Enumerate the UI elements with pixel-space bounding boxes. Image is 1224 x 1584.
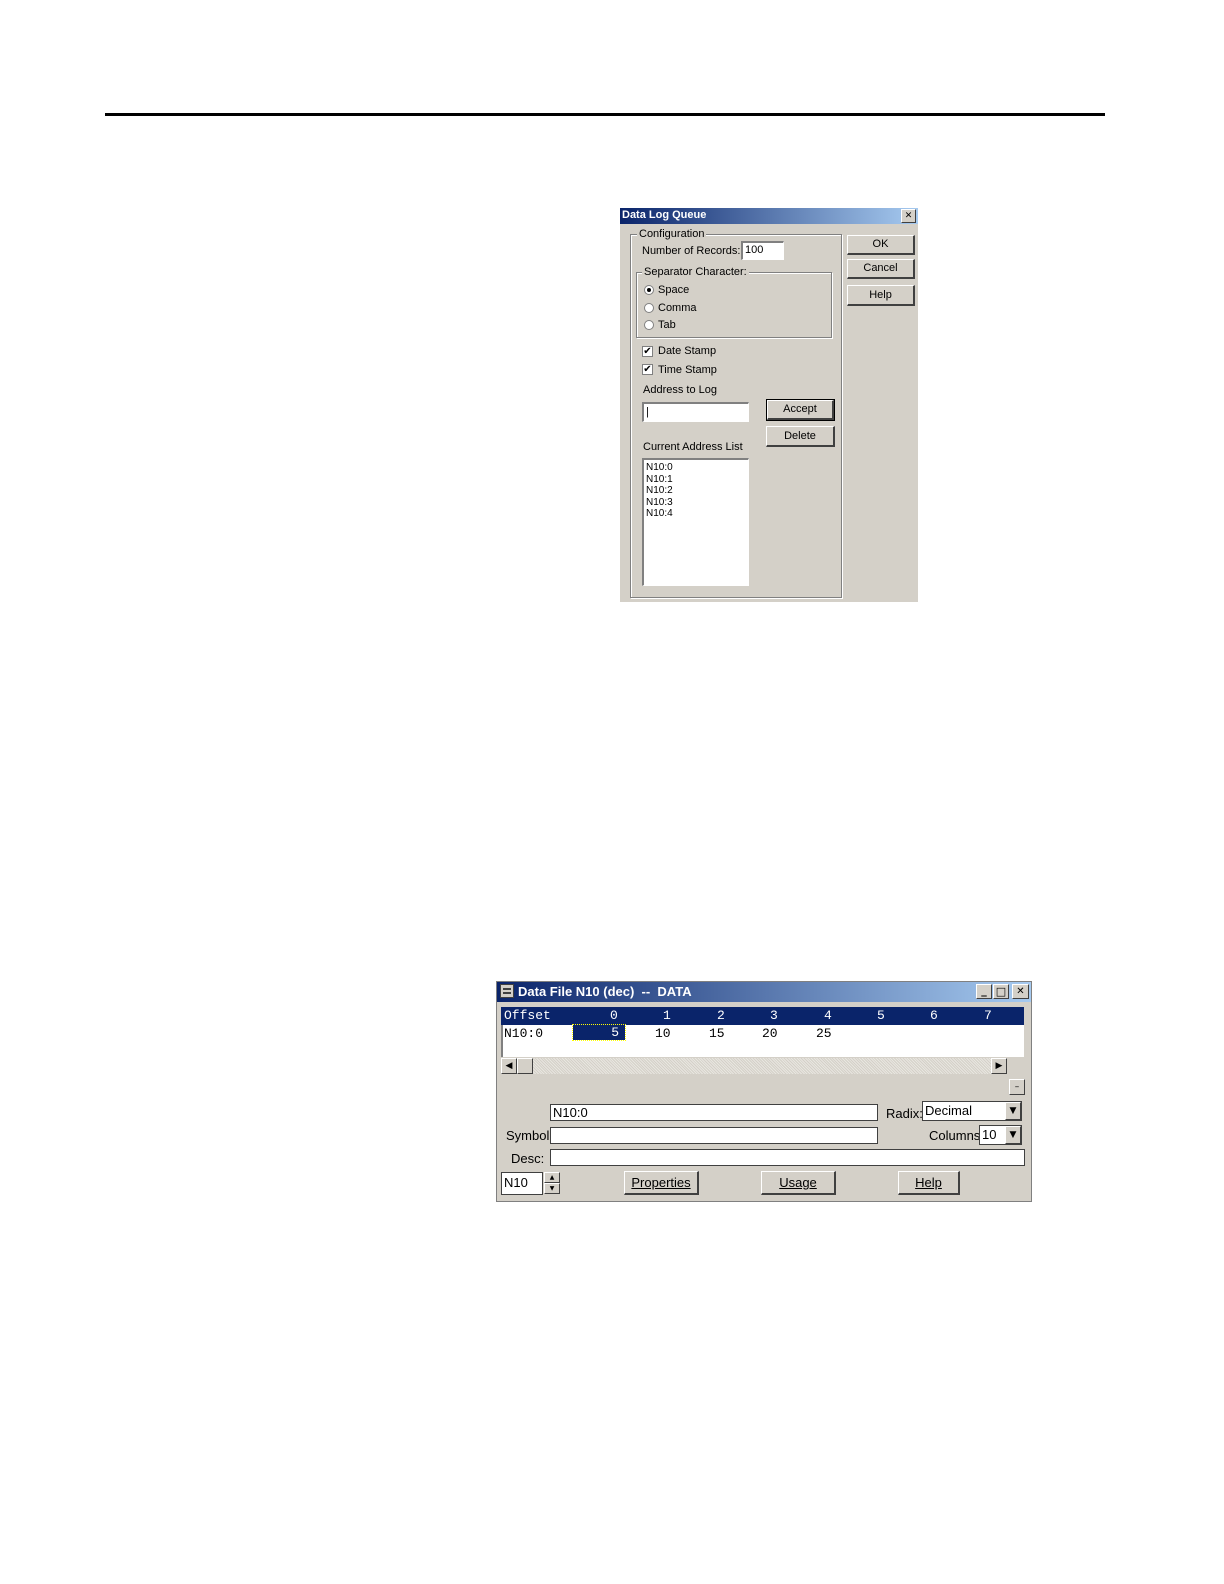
offset-header: Offset xyxy=(504,1008,551,1023)
close-icon[interactable]: ✕ xyxy=(1012,984,1029,999)
dialog-titlebar[interactable]: Data Log Queue ✕ xyxy=(620,208,918,224)
ok-button[interactable]: OK xyxy=(847,235,915,255)
symbol-field[interactable] xyxy=(550,1127,878,1144)
spin-down-icon[interactable]: ▼ xyxy=(544,1183,560,1194)
radio-tab[interactable] xyxy=(644,320,654,330)
date-stamp-label: Date Stamp xyxy=(658,345,717,357)
col-header: 1 xyxy=(663,1008,671,1023)
col-header: 2 xyxy=(717,1008,725,1023)
data-log-queue-dialog: Data Log Queue ✕ Configuration Number of… xyxy=(620,208,918,602)
radio-comma-label: Comma xyxy=(658,302,697,314)
time-stamp-checkbox[interactable]: ✔ xyxy=(642,364,653,375)
col-header: 4 xyxy=(824,1008,832,1023)
help-button[interactable]: Help xyxy=(847,285,915,306)
page-top-rule xyxy=(105,113,1105,116)
desc-field[interactable] xyxy=(550,1149,1025,1166)
current-address-list[interactable]: N10:0 N10:1 N10:2 N10:3 N10:4 xyxy=(642,458,749,586)
radix-label: Radix: xyxy=(886,1106,923,1121)
grid-body: N10:0 5 10 15 20 25 xyxy=(501,1024,1024,1057)
num-records-label: Number of Records: xyxy=(642,245,741,257)
radio-space-label: Space xyxy=(658,284,690,296)
configuration-label: Configuration xyxy=(637,228,707,240)
scroll-left-icon[interactable]: ◀ xyxy=(501,1058,517,1074)
minimize-icon[interactable]: _ xyxy=(976,984,992,999)
radio-space[interactable] xyxy=(644,285,654,295)
datafile-title: Data File N10 (dec) -- DATA xyxy=(518,984,692,999)
desc-label: Desc: xyxy=(511,1151,545,1166)
list-item[interactable]: N10:3 xyxy=(646,497,748,509)
col-header: 3 xyxy=(770,1008,778,1023)
chevron-down-icon[interactable]: ▼ xyxy=(1005,1102,1021,1120)
radio-tab-label: Tab xyxy=(658,319,676,331)
address-field[interactable]: N10:0 xyxy=(550,1104,878,1121)
chevron-down-icon[interactable]: ▼ xyxy=(1005,1126,1021,1144)
columns-label: Columns: xyxy=(929,1128,984,1143)
grid-header-row: Offset 0 1 2 3 4 5 6 7 xyxy=(501,1007,1024,1025)
table-cell[interactable]: 25 xyxy=(816,1026,832,1041)
scroll-thumb[interactable] xyxy=(517,1058,533,1074)
dialog-title: Data Log Queue xyxy=(622,209,707,221)
delete-button[interactable]: Delete xyxy=(766,426,835,447)
separator-label: Separator Character: xyxy=(642,266,749,278)
address-to-log-input[interactable]: | xyxy=(642,402,749,422)
close-icon[interactable]: ✕ xyxy=(901,209,916,223)
split-icon[interactable]: – xyxy=(1009,1079,1025,1095)
horizontal-scrollbar[interactable]: ◀ ▶ xyxy=(501,1058,1007,1074)
properties-button[interactable]: Properties xyxy=(624,1171,699,1195)
table-cell[interactable]: 15 xyxy=(709,1026,725,1041)
data-file-window: Data File N10 (dec) -- DATA _ □ ✕ Offset… xyxy=(496,981,1032,1202)
cancel-button[interactable]: Cancel xyxy=(847,259,915,279)
file-number-field[interactable]: N10 xyxy=(501,1172,543,1195)
table-cell-selected[interactable]: 5 xyxy=(572,1024,626,1041)
maximize-icon[interactable]: □ xyxy=(993,984,1009,999)
date-stamp-checkbox[interactable]: ✔ xyxy=(642,346,653,357)
row-label: N10:0 xyxy=(504,1026,544,1041)
col-header: 6 xyxy=(930,1008,938,1023)
table-cell[interactable]: 10 xyxy=(655,1026,671,1041)
col-header: 5 xyxy=(877,1008,885,1023)
col-header: 7 xyxy=(984,1008,992,1023)
current-address-list-label: Current Address List xyxy=(643,441,743,453)
symbol-label: Symbol: xyxy=(506,1128,553,1143)
app-icon xyxy=(500,984,514,998)
time-stamp-label: Time Stamp xyxy=(658,364,717,376)
accept-button[interactable]: Accept xyxy=(766,399,835,421)
list-item[interactable]: N10:1 xyxy=(646,474,748,486)
scroll-right-icon[interactable]: ▶ xyxy=(991,1058,1007,1074)
table-cell[interactable]: 20 xyxy=(762,1026,778,1041)
address-to-log-label: Address to Log xyxy=(643,384,717,396)
list-item[interactable]: N10:4 xyxy=(646,508,748,520)
list-item[interactable]: N10:0 xyxy=(646,462,748,474)
help-button[interactable]: Help xyxy=(898,1171,960,1195)
col-header: 0 xyxy=(610,1008,618,1023)
radio-comma[interactable] xyxy=(644,303,654,313)
datafile-titlebar[interactable]: Data File N10 (dec) -- DATA _ □ ✕ xyxy=(497,982,1031,1002)
list-item[interactable]: N10:2 xyxy=(646,485,748,497)
usage-button[interactable]: Usage xyxy=(761,1171,836,1195)
num-records-field[interactable]: 100 xyxy=(741,241,784,260)
spin-up-icon[interactable]: ▲ xyxy=(544,1172,560,1183)
